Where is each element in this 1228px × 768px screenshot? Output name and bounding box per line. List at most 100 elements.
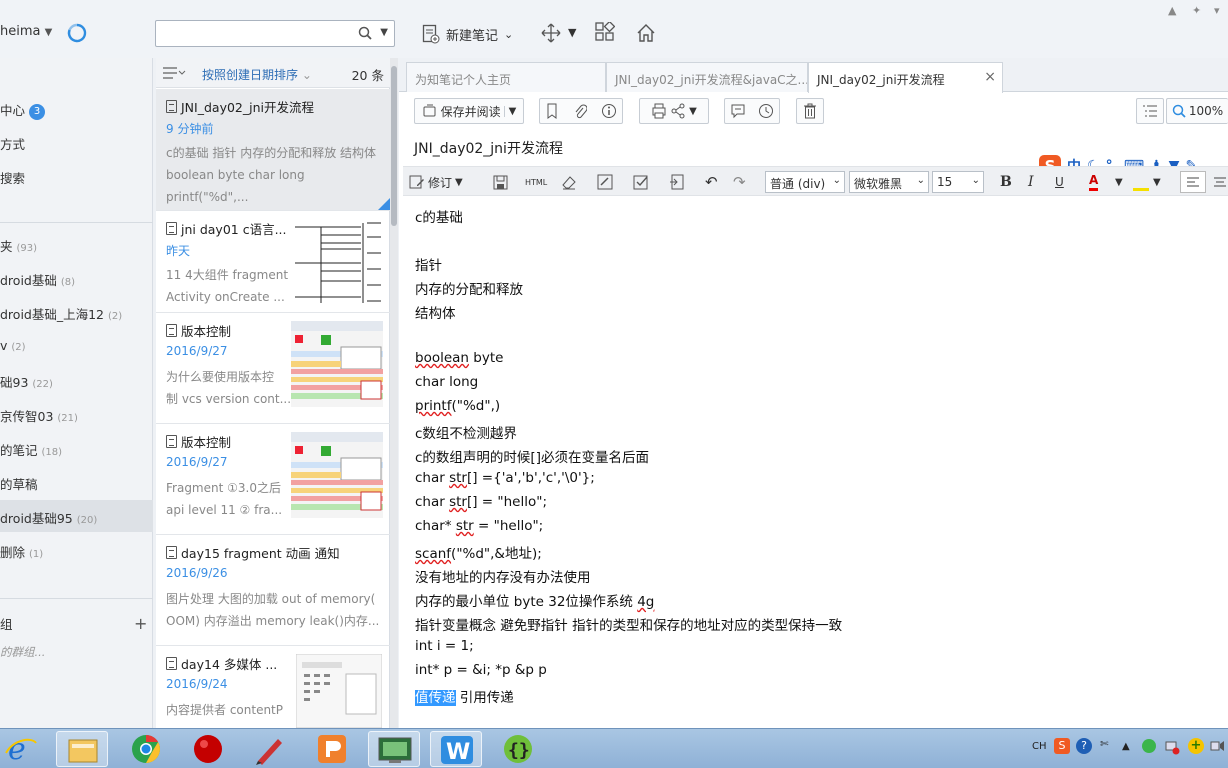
chevron-down-icon[interactable]: ▼ <box>568 26 576 39</box>
tab-home[interactable]: 为知笔记个人主页 <box>406 62 606 92</box>
search-input[interactable]: ▼ <box>155 20 395 47</box>
sidebar-item-search[interactable]: 搜索 <box>0 168 25 187</box>
move-icon[interactable] <box>540 22 562 44</box>
sidebar-item-folder[interactable]: droid基础 (8) <box>0 270 75 289</box>
history-icon[interactable] <box>758 103 774 119</box>
sidebar-item-trash[interactable]: 删除 (1) <box>0 542 43 561</box>
sidebar-item-folder[interactable]: 础93 (22) <box>0 372 53 391</box>
search-icon[interactable] <box>358 26 372 40</box>
save-and-read-button[interactable]: 保存并阅读 ▼ <box>414 98 524 124</box>
revision-button[interactable]: 修订 ▼ <box>409 171 463 193</box>
note-card[interactable]: 版本控制 2016/9/27 为什么要使用版本控制 vcs version co… <box>156 313 390 424</box>
bold-button[interactable]: B <box>1000 171 1012 193</box>
italic-button[interactable]: I <box>1028 171 1034 193</box>
close-icon[interactable]: × <box>984 69 996 85</box>
delete-button[interactable] <box>796 98 824 124</box>
note-title-text: jni day01 c语言... <box>181 222 287 237</box>
tray-tool-icon[interactable]: ✄ <box>1100 739 1108 750</box>
grid-icon[interactable] <box>595 22 615 42</box>
add-group-icon[interactable]: + <box>134 614 147 633</box>
chevron-down-icon[interactable]: ▼ <box>503 105 516 117</box>
skin-icon[interactable]: ▲ <box>1168 4 1176 17</box>
user-menu[interactable]: heima ▼ <box>0 24 52 39</box>
chevron-down-icon[interactable]: ▼ <box>1115 171 1123 193</box>
block-format-select[interactable]: 普通 (div) ⌄ <box>765 171 845 193</box>
chevron-down-icon[interactable]: ▼ <box>380 27 388 38</box>
chrome-icon[interactable] <box>120 731 172 767</box>
scrollbar-thumb[interactable] <box>391 66 397 226</box>
font-color-icon[interactable]: A <box>1089 171 1099 191</box>
settings-icon[interactable]: ✦ <box>1192 4 1201 17</box>
sidebar-item-folder[interactable]: 夹 (93) <box>0 236 37 255</box>
content-text: [] ={'a','b','c','\0'}; <box>466 470 595 486</box>
sidebar-item-folder-selected[interactable]: droid基础95 (20) <box>0 508 97 527</box>
minimize-button[interactable]: ▾ <box>1214 4 1220 17</box>
sidebar-item-folder[interactable]: 京传智03 (21) <box>0 406 78 425</box>
format-painter-icon[interactable] <box>597 171 613 193</box>
explorer-icon[interactable] <box>56 731 108 767</box>
content-text: ("%d",&地址); <box>451 546 542 562</box>
presentation-icon[interactable] <box>306 731 358 767</box>
font-size-select[interactable]: 15 ⌄ <box>932 171 984 193</box>
new-note-button[interactable]: 新建笔记 ⌄ <box>422 21 513 47</box>
sidebar-item-folder[interactable]: v (2) <box>0 338 26 353</box>
wiznote-icon[interactable]: W <box>430 731 482 767</box>
note-card[interactable]: 版本控制 2016/9/27 Fragment ①3.0之后 api level … <box>156 424 390 535</box>
note-card[interactable]: day14 多媒体 ... 2016/9/24 内容提供者 contentP <box>156 646 390 728</box>
input-language-indicator[interactable]: CH <box>1032 741 1047 752</box>
sidebar-item-message-center[interactable]: 中心 3 <box>0 100 46 120</box>
sidebar-item-shortcuts[interactable]: 方式 <box>0 134 25 153</box>
sidebar-item-folder[interactable]: 的草稿 <box>0 474 38 493</box>
redo-icon[interactable]: ↷ <box>733 171 746 193</box>
home-icon[interactable] <box>635 22 657 44</box>
highlight-icon[interactable] <box>1133 171 1149 191</box>
sort-dropdown[interactable]: 按照创建日期排序 ⌄ <box>202 66 312 83</box>
underline-icon[interactable]: U <box>1055 171 1064 193</box>
align-center-icon[interactable] <box>1213 171 1227 193</box>
chevron-down-icon[interactable]: ▼ <box>1153 171 1161 193</box>
help-icon[interactable]: ? <box>1076 738 1092 754</box>
note-card[interactable]: JNI_day02_jni开发流程 9 分钟前 c的基础 指针 内存的分配和释放… <box>156 89 390 211</box>
chevron-down-icon[interactable]: ▼ <box>689 106 697 117</box>
tab-note-jni-active[interactable]: JNI_day02_jni开发流程 × <box>808 62 1003 93</box>
save-icon[interactable] <box>493 171 508 193</box>
list-view-icon[interactable] <box>162 65 186 81</box>
terminal-icon[interactable] <box>368 731 420 767</box>
print-icon[interactable] <box>651 103 667 119</box>
insert-icon[interactable] <box>669 171 685 193</box>
volume-icon[interactable] <box>1210 738 1226 754</box>
sogou-tray-icon[interactable]: S <box>1054 738 1070 754</box>
network-status-icon[interactable] <box>1142 739 1156 756</box>
network-error-icon[interactable] <box>1164 739 1180 755</box>
drawing-tool-icon[interactable] <box>244 731 296 767</box>
add-icon[interactable]: + <box>1188 738 1204 754</box>
tab-note-jni-java[interactable]: JNI_day02_jni开发流程&javaC之... <box>606 62 808 92</box>
undo-icon[interactable]: ↶ <box>705 171 718 193</box>
align-left-icon[interactable] <box>1180 171 1206 193</box>
info-icon[interactable] <box>601 103 617 119</box>
share-icon[interactable] <box>670 103 686 119</box>
html-source-button[interactable]: HTML <box>525 171 547 193</box>
sidebar-item-folder[interactable]: 的笔记 (18) <box>0 440 62 459</box>
note-title-field[interactable]: JNI_day02_jni开发流程 <box>414 138 563 158</box>
font-family-select[interactable]: 微软雅黑 ⌄ <box>849 171 929 193</box>
tray-expand-icon[interactable]: ▲ <box>1122 741 1130 752</box>
sync-icon[interactable] <box>66 22 88 44</box>
sidebar-item-folder[interactable]: droid基础_上海12 (2) <box>0 304 122 323</box>
note-card[interactable]: jni day01 c语言... 昨天 11 4大组件 fragment Act… <box>156 211 390 313</box>
start-button[interactable]: e <box>0 731 46 767</box>
recorder-icon[interactable] <box>182 731 234 767</box>
code-editor-icon[interactable]: {} <box>492 731 544 767</box>
chevron-down-icon[interactable]: ⌄ <box>504 28 513 41</box>
eraser-icon[interactable] <box>561 171 577 193</box>
note-card[interactable]: day15 fragment 动画 通知 2016/9/26 图片处理 大图的加… <box>156 535 390 646</box>
zoom-icon <box>1172 104 1186 118</box>
attachment-icon[interactable] <box>573 103 587 119</box>
zoom-button[interactable]: 100% <box>1166 98 1228 124</box>
save-and-read-label: 保存并阅读 <box>440 104 501 119</box>
sort-label: 按照创建日期排序 <box>202 68 299 82</box>
outline-button[interactable] <box>1136 98 1164 124</box>
checkbox-icon[interactable] <box>633 171 649 193</box>
comment-icon[interactable] <box>730 103 746 119</box>
bookmark-icon[interactable] <box>545 103 559 119</box>
